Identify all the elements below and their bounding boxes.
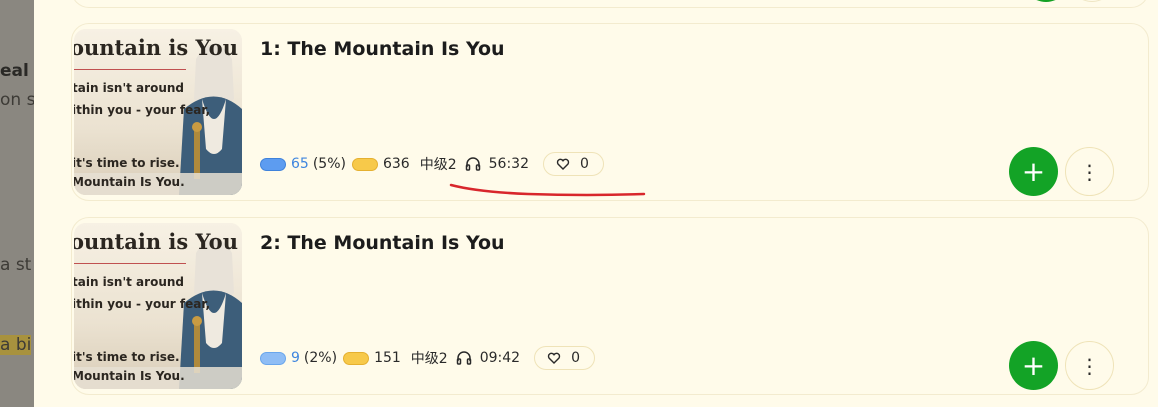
thumbnail-line: tain isn't around — [74, 275, 184, 289]
lesson-list-panel: ountain is You tain isn't around ithin y… — [34, 0, 1158, 407]
lingqs-pill-icon — [343, 351, 370, 365]
thumbnail-line: it's time to rise. — [74, 350, 180, 364]
previous-card-edge — [71, 0, 1149, 8]
background-text: on st — [0, 90, 34, 110]
like-button[interactable]: 0 — [534, 346, 595, 370]
background-text: eal S — [0, 61, 34, 81]
lingqs-count: 636 — [382, 156, 410, 172]
thumbnail-brand: Mountain Is You. — [74, 369, 185, 383]
known-words-pill-icon — [260, 351, 286, 365]
background-text: a bi — [0, 335, 32, 355]
thumbnail-heading: ountain is You — [74, 35, 238, 60]
like-button[interactable]: 0 — [542, 152, 604, 176]
more-options-button[interactable]: ⋮ — [1065, 147, 1114, 196]
add-lesson-button[interactable]: + — [1009, 147, 1058, 196]
headphones-icon — [465, 156, 481, 172]
known-words-count: 65 — [291, 156, 309, 172]
thumbnail-line: tain isn't around — [74, 81, 184, 95]
lesson-stats: 9 (2%) 151 中级2 09:42 0 — [260, 346, 595, 370]
known-words-percent: (2%) — [303, 350, 338, 366]
thumbnail-heading: ountain is You — [74, 229, 238, 254]
thumbnail-line: ithin you - your fear, — [74, 103, 211, 117]
lesson-duration: 56:32 — [488, 156, 529, 172]
background-text: a st — [0, 255, 32, 275]
like-count: 0 — [579, 156, 589, 172]
lesson-level: 中级2 — [419, 157, 457, 173]
more-options-button[interactable]: ⋮ — [1065, 341, 1114, 390]
lesson-level: 中级2 — [410, 351, 448, 367]
lesson-duration: 09:42 — [479, 350, 521, 366]
add-lesson-button[interactable]: + — [1009, 341, 1058, 390]
known-words-count: 9 — [291, 350, 300, 366]
lesson-card[interactable]: ountain is You tain isn't around ithin y… — [71, 217, 1149, 395]
lingqs-count: 151 — [374, 350, 401, 366]
heart-icon — [556, 157, 570, 171]
background-page: eal S on st a st a bi — [0, 0, 34, 407]
lesson-title[interactable]: 2: The Mountain Is You — [260, 232, 505, 254]
lesson-title[interactable]: 1: The Mountain Is You — [260, 38, 505, 60]
heart-icon — [547, 351, 561, 365]
like-count: 0 — [571, 350, 580, 366]
lingqs-pill-icon — [351, 157, 378, 171]
lesson-thumbnail[interactable]: ountain is You tain isn't around ithin y… — [74, 29, 242, 195]
headphones-icon — [456, 350, 472, 366]
thumbnail-line: it's time to rise. — [74, 156, 180, 170]
lesson-stats: 65 (5%) 636 中级2 56:32 0 — [260, 152, 604, 176]
thumbnail-brand: Mountain Is You. — [74, 175, 185, 189]
annotation-underline — [449, 183, 646, 197]
known-words-pill-icon — [260, 157, 286, 171]
thumbnail-line: ithin you - your fear, — [74, 297, 211, 311]
lesson-thumbnail[interactable]: ountain is You tain isn't around ithin y… — [74, 223, 242, 389]
lesson-card[interactable]: ountain is You tain isn't around ithin y… — [71, 23, 1149, 201]
known-words-percent: (5%) — [312, 156, 346, 172]
